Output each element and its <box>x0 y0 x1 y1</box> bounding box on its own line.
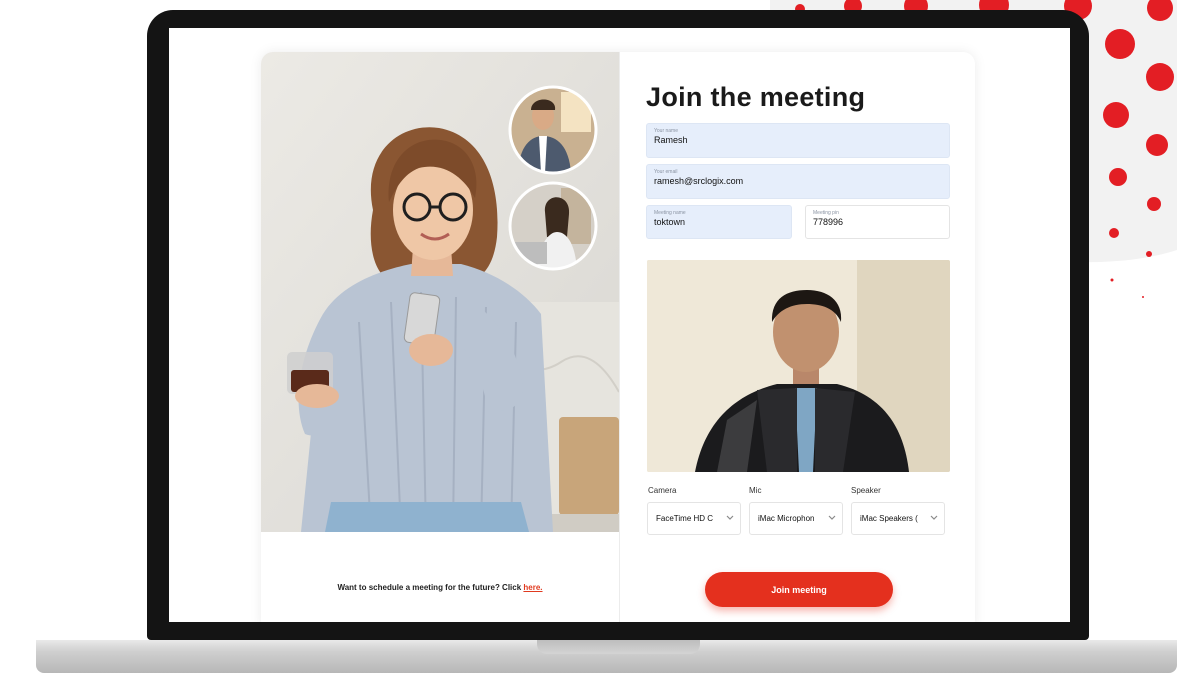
schedule-text: Want to schedule a meeting for the futur… <box>337 583 524 592</box>
mic-select-value: iMac Microphon <box>758 514 815 523</box>
speaker-label: Speaker <box>851 486 881 495</box>
hero-photo <box>261 52 619 532</box>
speaker-select-value: iMac Speakers ( <box>860 514 918 523</box>
camera-label: Camera <box>648 486 677 495</box>
schedule-here-link[interactable]: here. <box>523 583 542 592</box>
camera-preview <box>647 260 950 472</box>
email-field-label: Your email <box>654 169 678 175</box>
meeting-pin-field[interactable]: Meeting pin <box>805 205 950 239</box>
laptop-screen: Want to schedule a meeting for the futur… <box>169 28 1070 622</box>
page-title: Join the meeting <box>646 82 866 112</box>
mic-label: Mic <box>749 486 762 495</box>
speaker-select[interactable]: iMac Speakers ( <box>851 502 945 535</box>
chevron-down-icon <box>828 515 836 520</box>
mic-select[interactable]: iMac Microphon <box>749 502 843 535</box>
camera-select-value: FaceTime HD C <box>656 514 714 523</box>
join-meeting-button[interactable]: Join meeting <box>705 572 893 607</box>
join-meeting-card: Want to schedule a meeting for the futur… <box>261 52 975 622</box>
laptop-base-notch <box>537 640 700 654</box>
meeting-pin-label: Meeting pin <box>813 210 839 216</box>
illustration-panel: Want to schedule a meeting for the futur… <box>261 52 619 622</box>
chevron-down-icon <box>726 515 734 520</box>
join-form-panel: Join the meeting Your name Your email Me… <box>620 52 975 622</box>
email-field[interactable]: Your email <box>646 164 950 199</box>
name-input[interactable] <box>654 135 942 145</box>
camera-select[interactable]: FaceTime HD C <box>647 502 741 535</box>
meeting-name-field[interactable]: Meeting name <box>646 205 792 239</box>
schedule-prompt: Want to schedule a meeting for the futur… <box>261 583 619 592</box>
email-input[interactable] <box>654 176 942 186</box>
meeting-pin-input[interactable] <box>813 217 942 227</box>
chevron-down-icon <box>930 515 938 520</box>
name-field[interactable]: Your name <box>646 123 950 158</box>
name-field-label: Your name <box>654 128 678 134</box>
meeting-name-label: Meeting name <box>654 210 686 216</box>
meeting-name-input[interactable] <box>654 217 784 227</box>
